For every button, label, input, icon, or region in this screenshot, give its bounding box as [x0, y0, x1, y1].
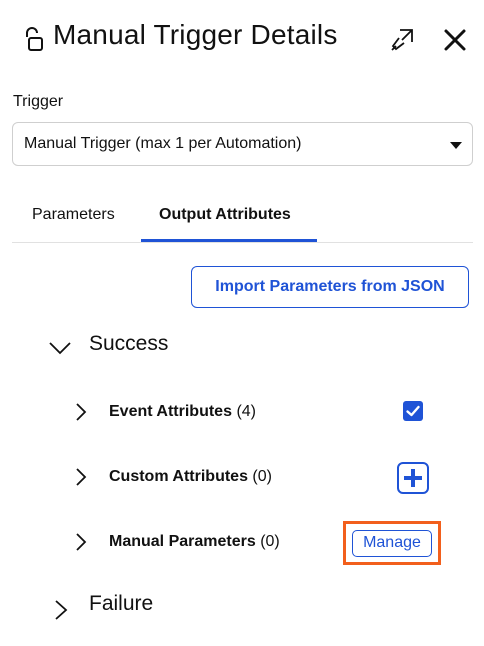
row-name: Custom Attributes: [109, 468, 248, 485]
tab-bar: Parameters Output Attributes: [12, 190, 473, 243]
manage-button[interactable]: Manage: [352, 530, 432, 557]
close-icon[interactable]: [442, 27, 468, 53]
trigger-select-value: Manual Trigger (max 1 per Automation): [24, 135, 302, 152]
lock-icon: [26, 27, 43, 51]
panel-header: Manual Trigger Details: [0, 0, 484, 80]
row-event-attributes[interactable]: Event Attributes (4): [109, 403, 256, 421]
chevron-right-icon[interactable]: [75, 402, 87, 422]
row-name: Manual Parameters: [109, 533, 256, 550]
checkmark-icon: [406, 405, 420, 417]
chevron-right-icon[interactable]: [54, 599, 68, 621]
tab-parameters[interactable]: Parameters: [32, 206, 115, 224]
row-count: (4): [236, 403, 256, 420]
chevron-right-icon[interactable]: [75, 467, 87, 487]
row-custom-attributes[interactable]: Custom Attributes (0): [109, 468, 272, 486]
active-tab-indicator: [141, 239, 317, 242]
plus-icon: [404, 469, 422, 487]
chevron-right-icon[interactable]: [75, 532, 87, 552]
section-success-title[interactable]: Success: [89, 332, 168, 356]
add-custom-attribute-button[interactable]: [397, 462, 429, 494]
event-attributes-checkbox[interactable]: [403, 401, 423, 421]
row-count: (0): [252, 468, 272, 485]
import-parameters-button[interactable]: Import Parameters from JSON: [191, 266, 469, 308]
page-title: Manual Trigger Details: [53, 19, 338, 50]
section-failure-title[interactable]: Failure: [89, 592, 153, 616]
row-name: Event Attributes: [109, 403, 232, 420]
chevron-down-icon: [450, 142, 462, 149]
popout-icon[interactable]: [390, 26, 416, 52]
row-count: (0): [260, 533, 280, 550]
trigger-select[interactable]: Manual Trigger (max 1 per Automation): [12, 122, 473, 166]
row-manual-parameters[interactable]: Manual Parameters (0): [109, 533, 280, 551]
trigger-label: Trigger: [13, 93, 64, 110]
chevron-down-icon[interactable]: [48, 340, 72, 356]
tab-output-attributes[interactable]: Output Attributes: [159, 206, 291, 224]
